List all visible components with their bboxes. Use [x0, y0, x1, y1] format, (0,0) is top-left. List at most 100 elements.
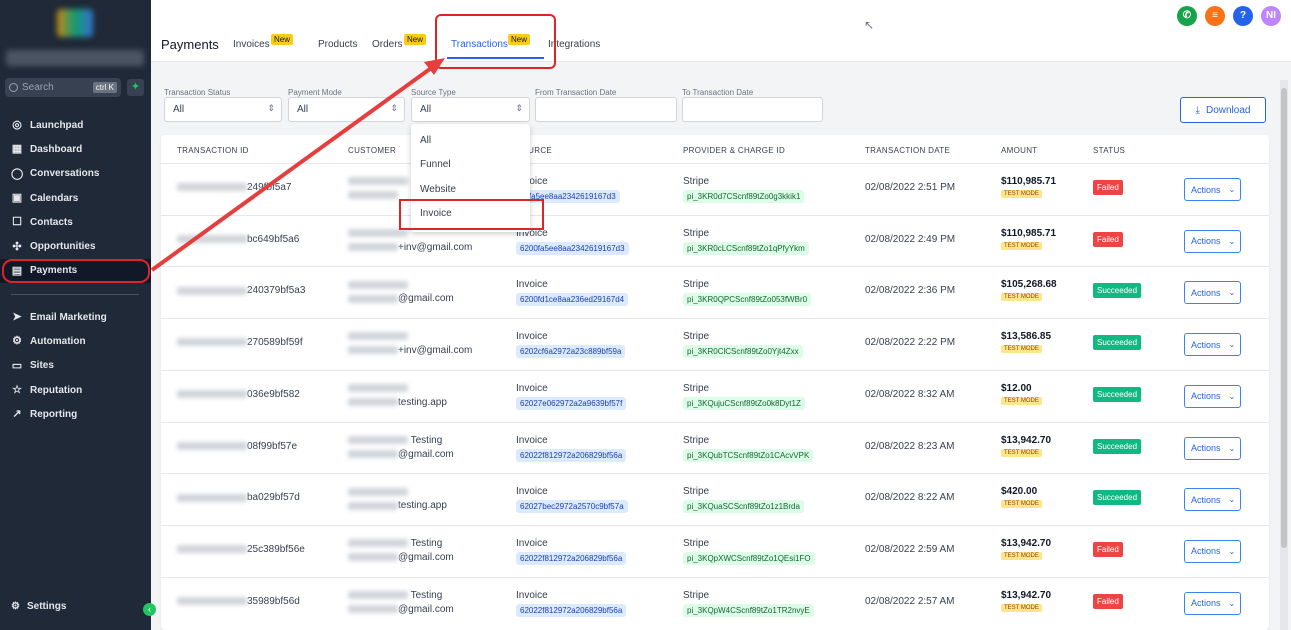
charge-id[interactable]: pi_3KQpW4CScnf89tZo1TR2nvyE — [683, 603, 814, 617]
download-button[interactable]: ⤓ Download — [1180, 97, 1266, 123]
sidebar: Search ctrl K ✦ ◎ Launchpad ▦ Dashboard ◯ Con… — [0, 0, 156, 630]
actions-button[interactable]: Actions ⌄ — [1184, 539, 1241, 563]
chevron-updown-icon: ⇕ — [390, 103, 398, 113]
test-mode-badge: TEST MODE — [1001, 345, 1042, 354]
search-input[interactable]: Search ctrl K — [5, 78, 121, 97]
transaction-id: 08f99bf57e — [177, 441, 297, 452]
quick-action-button[interactable]: ✦ — [127, 79, 144, 96]
sidebar-item-automation[interactable]: ⚙ Automation — [0, 329, 151, 353]
table-row[interactable]: 240379bf5a3 @gmail.com Invoice 6200fd1ce… — [161, 266, 1269, 318]
source-id[interactable]: 62022f812972a206829bf56a — [516, 551, 627, 565]
dropdown-option-all[interactable]: All — [411, 128, 530, 153]
sidebar-item-sites[interactable]: ▭ Sites — [0, 354, 151, 378]
actions-button[interactable]: Actions ⌄ — [1184, 333, 1241, 357]
source-id[interactable]: 6202cf6a2972a23c889bf59a — [516, 345, 626, 359]
charge-id[interactable]: pi_3KQubTCScnf89tZo1CAcvVPK — [683, 448, 814, 462]
sidebar-item-reputation[interactable]: ☆ Reputation — [0, 378, 151, 402]
actions-button[interactable]: Actions ⌄ — [1184, 178, 1241, 201]
table-row[interactable]: bc649bf5a6 +inv@gmail.com Invoice 6200fa… — [161, 214, 1269, 267]
table-row[interactable]: 036e9bf582 testing.app Invoice 62027e062… — [161, 369, 1269, 422]
avatar[interactable]: NI — [1261, 6, 1281, 26]
sidebar-item-conversations[interactable]: ◯ Conversations — [0, 162, 151, 186]
sidebar-item-opportunities[interactable]: ✣ Opportunities — [0, 234, 151, 258]
table-row[interactable]: 25c389bf56e Testing @gmail.com Invoice 6… — [161, 524, 1269, 577]
test-mode-badge: TEST MODE — [1001, 551, 1042, 560]
sidebar-item-settings[interactable]: ⚙ Settings — [11, 601, 66, 612]
redacted-id — [177, 183, 247, 192]
dropdown-option-website[interactable]: Website — [411, 177, 530, 202]
transaction-status-select[interactable]: All ⇕ — [164, 97, 282, 122]
table-row[interactable]: 270589bf59f +inv@gmail.com Invoice 6202c… — [161, 318, 1269, 370]
amount-value: $13,586.85 — [1001, 331, 1052, 343]
status: Succeeded — [1093, 335, 1142, 351]
sidebar-item-contacts[interactable]: ☐ Contacts — [0, 210, 151, 234]
amount: $110,985.71 TEST MODE — [1001, 228, 1056, 250]
redacted-email — [348, 501, 398, 510]
charge-id[interactable]: pi_3KQuaSCScnf89tZo1z1Brda — [683, 500, 804, 514]
table-row[interactable]: ba029bf57d testing.app Invoice 62027bec2… — [161, 473, 1269, 525]
table-row[interactable]: 08f99bf57e Testing @gmail.com Invoice 62… — [161, 421, 1269, 474]
tab-invoices[interactable]: Invoices New — [233, 34, 294, 50]
charge-id[interactable]: pi_3KR0ClCScnf89tZo0Yjt4Zxx — [683, 345, 803, 359]
table-row[interactable]: 249fbf5a7 Invoice 00fa5ee8aa2342619167d3… — [161, 163, 1269, 215]
source-id[interactable]: 6200fa5ee8aa2342619167d3 — [516, 241, 629, 255]
charge-id[interactable]: pi_3KR0d7CScnf89tZo0g3kkik1 — [683, 190, 805, 203]
help-icon[interactable]: ? — [1233, 6, 1253, 26]
tab-products[interactable]: Products — [318, 39, 357, 50]
provider-name: Stripe — [683, 227, 710, 239]
company-logo[interactable] — [57, 9, 93, 37]
actions-button[interactable]: Actions ⌄ — [1184, 281, 1241, 305]
source-id[interactable]: 6200fd1ce8aa236ed29167d4 — [516, 293, 629, 307]
table-row[interactable]: 35989bf56d Testing @gmail.com Invoice 62… — [161, 576, 1269, 629]
source-type: Invoice — [516, 434, 548, 446]
source-id[interactable]: 62022f812972a206829bf56a — [516, 603, 627, 617]
sidebar-item-email-marketing[interactable]: ➤ Email Marketing — [0, 305, 151, 329]
charge-id[interactable]: pi_3KQpXWCScnf89tZo1QEsi1FO — [683, 551, 815, 565]
actions-button[interactable]: Actions ⌄ — [1184, 229, 1241, 253]
provider-name: Stripe — [683, 537, 710, 549]
dropdown-option-funnel[interactable]: Funnel — [411, 153, 530, 178]
phone-icon[interactable]: ✆ — [1177, 6, 1197, 26]
customer: +inv@gmail.com — [348, 331, 472, 356]
provider: Stripe pi_3KQubTCScnf89tZo1CAcvVPK — [683, 435, 814, 462]
charge-id[interactable]: pi_3KR0cLCScnf89tZo1qPfyYkm — [683, 241, 809, 255]
actions-button[interactable]: Actions ⌄ — [1184, 384, 1241, 408]
tab-label: Orders — [372, 39, 403, 50]
sidebar-item-reporting[interactable]: ↗ Reporting — [0, 402, 151, 426]
actions-button[interactable]: Actions ⌄ — [1184, 436, 1241, 460]
amount: $13,942.70 TEST MODE — [1001, 435, 1051, 457]
actions-button[interactable]: Actions ⌄ — [1184, 591, 1241, 615]
source: Invoice 62022f812972a206829bf56a — [516, 538, 627, 565]
column-header: TRANSACTION ID — [177, 146, 249, 155]
status-badge: Succeeded — [1093, 438, 1142, 454]
status-badge: Failed — [1093, 593, 1123, 609]
sidebar-item-dashboard[interactable]: ▦ Dashboard — [0, 137, 151, 161]
notifications-icon[interactable]: ≡ — [1205, 6, 1225, 26]
charge-id[interactable]: pi_3KR0QPCScnf89tZo053fWBr0 — [683, 293, 812, 307]
status: Succeeded — [1093, 283, 1142, 299]
source-id[interactable]: 62027e062972a2a9639bf57f — [516, 396, 627, 410]
collapse-sidebar-button[interactable]: ‹ — [143, 603, 156, 616]
source-id[interactable]: 62027bec2972a2570c9bf57a — [516, 500, 628, 514]
sidebar-item-label: Conversations — [30, 168, 100, 180]
source-id[interactable]: 62022f812972a206829bf56a — [516, 448, 627, 462]
search-placeholder: Search — [22, 82, 54, 93]
to-date-input[interactable] — [682, 97, 823, 122]
sidebar-item-launchpad[interactable]: ◎ Launchpad — [0, 113, 151, 137]
scrollbar-thumb[interactable] — [1281, 88, 1287, 548]
account-switcher[interactable] — [6, 50, 144, 66]
source: Invoice 6202cf6a2972a23c889bf59a — [516, 331, 626, 359]
scrollbar[interactable] — [1280, 80, 1288, 630]
actions-button[interactable]: Actions ⌄ — [1184, 488, 1241, 512]
payment-mode-select[interactable]: All ⇕ — [288, 97, 405, 122]
charge-id[interactable]: pi_3KQujuCScnf89tZo0k8Dyt1Z — [683, 396, 805, 410]
transaction-id: 35989bf56d — [177, 596, 300, 607]
sidebar-item-calendars[interactable]: ▣ Calendars — [0, 186, 151, 210]
transaction-id-suffix: bc649bf5a6 — [247, 233, 300, 245]
tab-orders[interactable]: Orders New — [372, 34, 427, 50]
transaction-id: bc649bf5a6 — [177, 234, 299, 245]
redacted-name — [348, 280, 408, 289]
from-date-input[interactable] — [535, 97, 677, 122]
sidebar-item-label: Opportunities — [30, 241, 96, 253]
source-type-select[interactable]: All ⇕ — [411, 97, 530, 122]
